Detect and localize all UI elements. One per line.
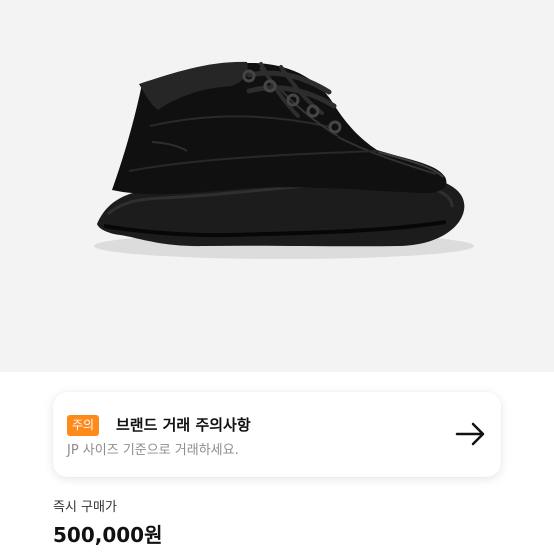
notice-description: JP 사이즈 기준으로 거래하세요.	[67, 443, 239, 458]
instant-buy-price-value: 500,000원	[53, 523, 163, 547]
brand-trade-notice-card[interactable]: 주의 브랜드 거래 주의사항 JP 사이즈 기준으로 거래하세요.	[53, 392, 501, 477]
notice-badge: 주의	[67, 415, 100, 436]
arrow-right-icon[interactable]	[455, 422, 487, 446]
product-page: 주의 브랜드 거래 주의사항 JP 사이즈 기준으로 거래하세요. 즉시 구매가…	[0, 0, 554, 554]
product-image[interactable]	[0, 0, 554, 372]
sneaker-image	[94, 61, 474, 259]
instant-buy-price-label: 즉시 구매가	[53, 500, 117, 515]
notice-title: 브랜드 거래 주의사항	[116, 416, 251, 434]
